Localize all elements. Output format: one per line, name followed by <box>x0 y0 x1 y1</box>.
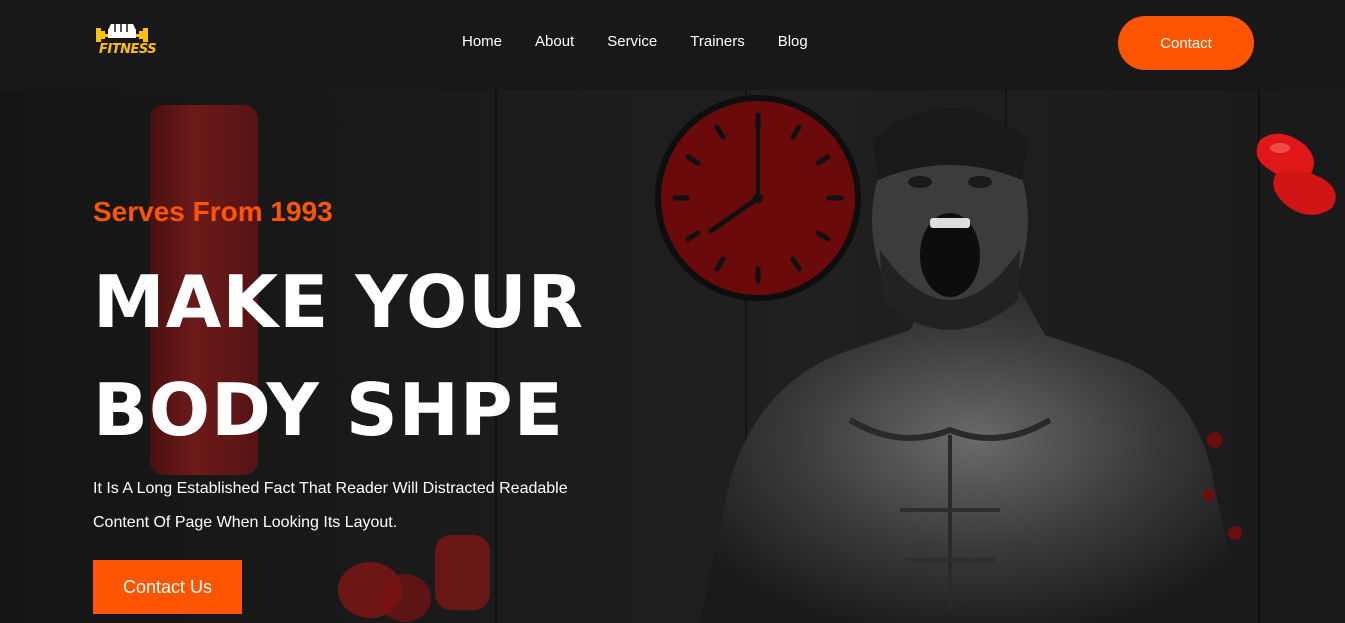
contact-button[interactable]: Contact <box>1118 16 1254 70</box>
fitness-logo[interactable]: FITNESS <box>93 20 157 62</box>
contact-us-button[interactable]: Contact Us <box>93 560 242 614</box>
nav-item-blog[interactable]: Blog <box>778 33 808 50</box>
main-nav: Home About Service Trainers Blog <box>462 33 808 50</box>
logo-text: FITNESS <box>99 42 157 57</box>
hero-section: Serves From 1993 MAKE YOUR BODY SHPE It … <box>0 90 1345 623</box>
hero-content: Serves From 1993 MAKE YOUR BODY SHPE It … <box>93 196 653 614</box>
hero-tagline: Serves From 1993 <box>93 196 333 227</box>
hero-headline: MAKE YOUR BODY SHPE <box>93 248 653 464</box>
hero-description: It Is A Long Established Fact That Reade… <box>93 480 568 531</box>
headline-line-1: MAKE YOUR <box>93 260 585 344</box>
nav-item-service[interactable]: Service <box>607 33 657 50</box>
fighter-image <box>700 107 1245 623</box>
nav-item-trainers[interactable]: Trainers <box>690 33 744 50</box>
hanging-gloves-icon <box>1256 133 1336 215</box>
navbar: FITNESS Home About Service Trainers Blog… <box>0 0 1345 90</box>
nav-item-about[interactable]: About <box>535 33 574 50</box>
nav-item-home[interactable]: Home <box>462 33 502 50</box>
dumbbell-rack-icon <box>1203 432 1242 540</box>
headline-line-2: BODY SHPE <box>93 368 564 452</box>
